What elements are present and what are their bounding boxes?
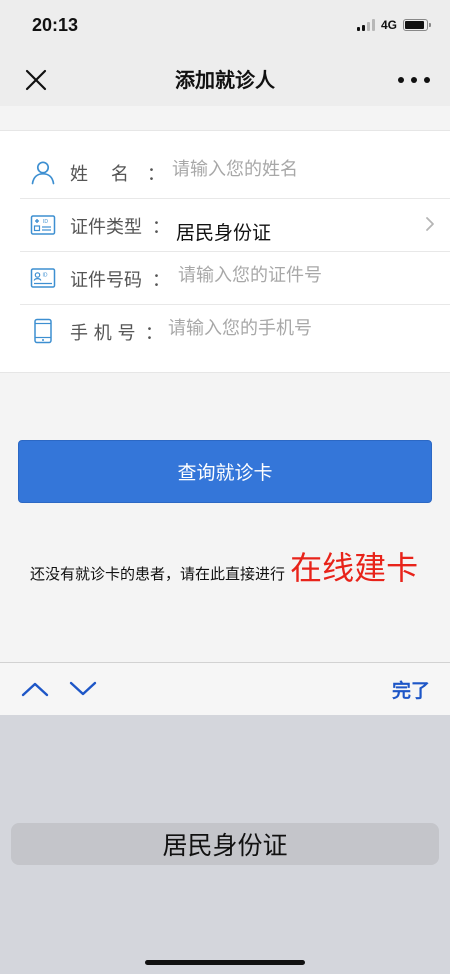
network-type: 4G <box>380 18 397 32</box>
id-type-colon: ： <box>152 217 170 238</box>
query-card-button[interactable]: 查询就诊卡 <box>18 440 432 503</box>
id-type-row[interactable]: ID 证件类型 ： 居民身份证 <box>0 199 450 252</box>
battery-icon <box>403 19 431 31</box>
name-label: 姓 名 <box>70 164 129 185</box>
id-type-label: 证件类型 <box>70 217 142 238</box>
phone-label: 手 机 号 <box>70 323 136 344</box>
chevron-down-icon[interactable] <box>68 677 98 701</box>
phone-icon <box>34 318 52 344</box>
page-title: 添加就诊人 <box>175 68 275 92</box>
phone-colon: ： <box>145 323 163 344</box>
id-type-picker: 居民身份证 <box>0 715 450 974</box>
create-card-hint: 还没有就诊卡的患者，请在此直接进行 在线建卡 <box>30 540 430 602</box>
id-card-icon: ID <box>30 215 56 235</box>
nav-bar: 添加就诊人 <box>0 52 450 106</box>
patient-form: 姓 名 ： ID 证件类型 ： 居民身份证 ID <box>0 130 450 373</box>
name-row[interactable]: 姓 名 ： <box>0 146 450 199</box>
svg-text:ID: ID <box>43 273 48 279</box>
hint-text: 还没有就诊卡的患者，请在此直接进行 <box>30 565 286 583</box>
more-icon[interactable] <box>398 66 430 94</box>
status-bar: 20:13 4G <box>0 0 450 52</box>
signal-strength-icon <box>356 19 375 31</box>
battery-level <box>405 21 424 29</box>
home-indicator <box>145 960 305 965</box>
status-time: 20:13 <box>32 15 79 35</box>
id-number-label: 证件号码 <box>70 270 142 291</box>
svg-text:ID: ID <box>43 219 48 225</box>
id-type-value: 居民身份证 <box>176 222 272 244</box>
status-indicators: 4G <box>356 18 431 32</box>
id-number-input[interactable] <box>178 265 418 286</box>
id-number-icon: ID <box>30 268 56 288</box>
name-input[interactable] <box>172 159 412 180</box>
chevron-up-icon[interactable] <box>20 677 50 701</box>
id-number-row[interactable]: ID 证件号码 ： <box>0 252 450 305</box>
done-button[interactable]: 完了 <box>392 676 430 703</box>
user-icon <box>31 161 55 185</box>
picker-option-selected[interactable]: 居民身份证 <box>11 823 439 865</box>
chevron-right-icon <box>426 217 434 231</box>
online-card-link[interactable]: 在线建卡 <box>290 549 418 587</box>
id-number-colon: ： <box>152 270 170 291</box>
phone-input[interactable] <box>168 318 408 339</box>
name-colon: ： <box>147 164 165 185</box>
picker-toolbar: 完了 <box>0 662 450 715</box>
phone-row[interactable]: 手 机 号 ： <box>0 305 450 358</box>
